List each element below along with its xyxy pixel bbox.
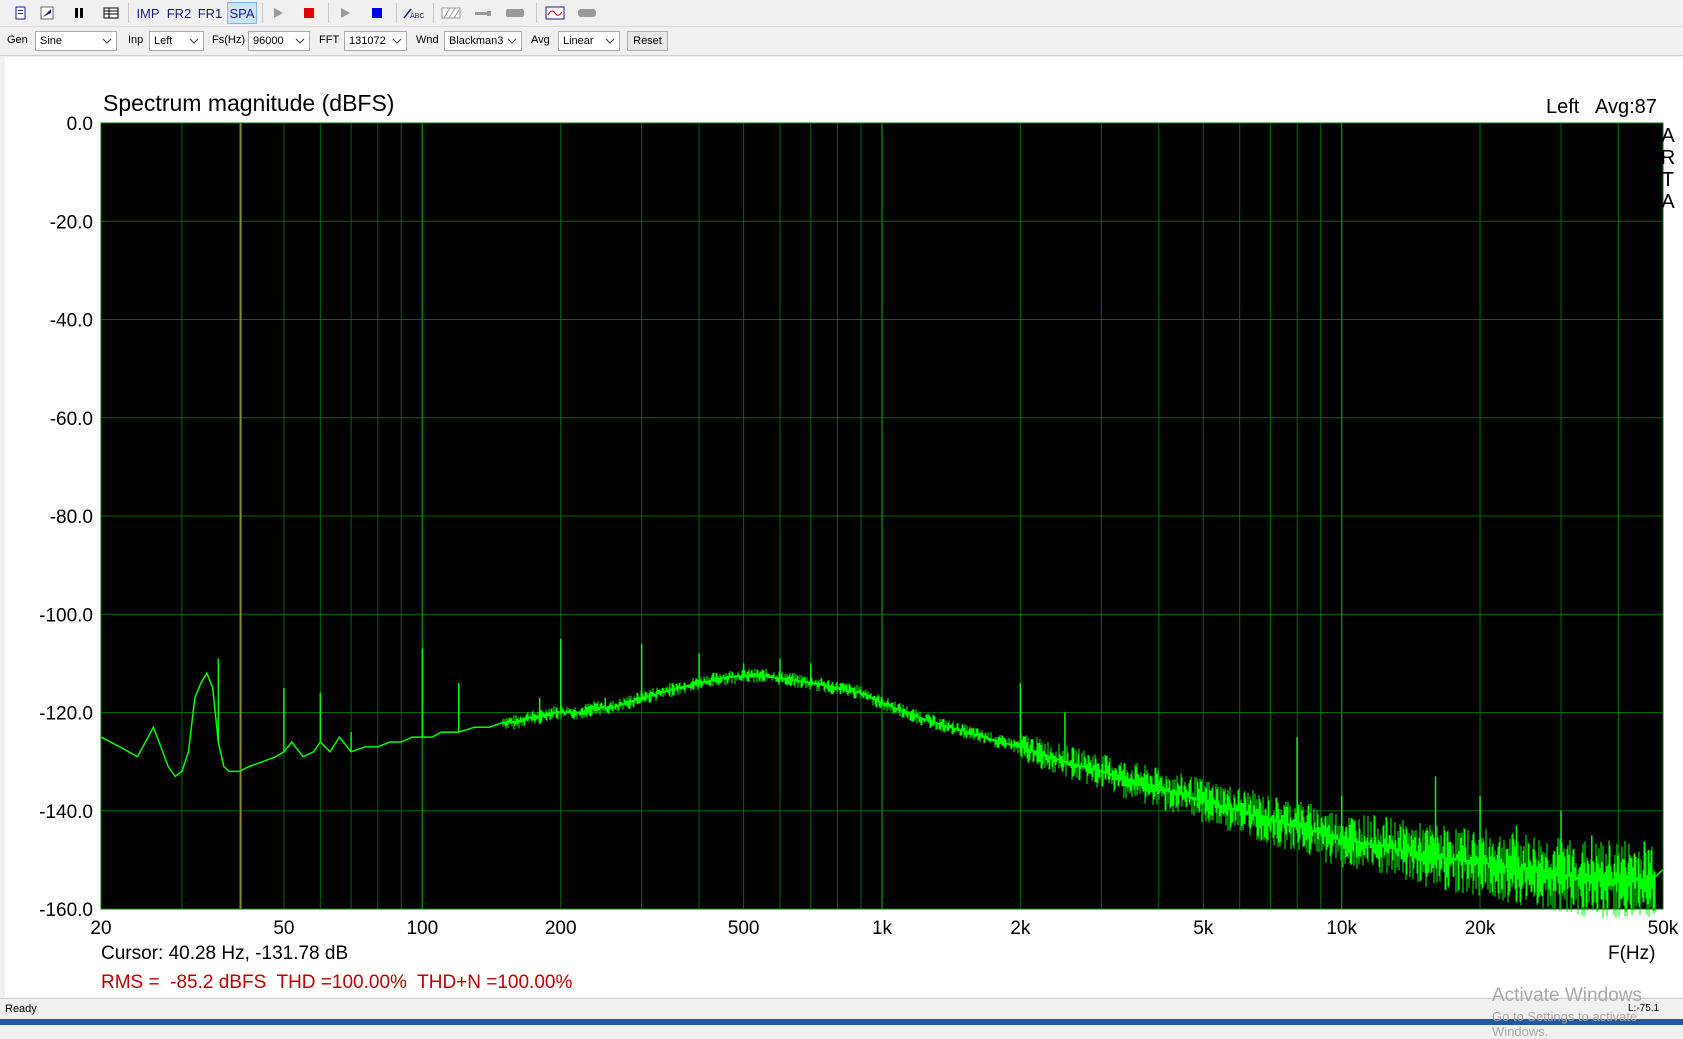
activate-windows-watermark: Activate Windows xyxy=(1492,985,1642,1006)
status-bar: Ready L:-75.1 xyxy=(0,998,1683,1020)
y-tick-label: -100.0 xyxy=(39,605,93,626)
arta-letter: A xyxy=(1661,191,1675,213)
chart-title: Spectrum magnitude (dBFS) xyxy=(103,90,395,116)
x-tick-label: 100 xyxy=(406,918,438,939)
y-tick-label: 0.0 xyxy=(67,114,93,135)
y-tick-label: -120.0 xyxy=(39,704,93,725)
arta-watermark: A R T A xyxy=(1660,125,1676,213)
x-tick-label: 10k xyxy=(1326,918,1357,939)
x-tick-label: 1k xyxy=(872,918,893,939)
x-axis-unit: F(Hz) xyxy=(1608,943,1656,964)
x-tick-label: 200 xyxy=(545,918,577,939)
y-tick-label: -60.0 xyxy=(50,409,93,430)
x-tick-label: 500 xyxy=(728,918,760,939)
y-tick-label: -80.0 xyxy=(50,507,93,528)
activate-windows-subtext: Go to Settings to activate Windows. xyxy=(1492,1009,1638,1039)
arta-letter: T xyxy=(1661,169,1675,191)
average-count: Avg:87 xyxy=(1595,96,1657,118)
x-tick-label: 20k xyxy=(1465,918,1496,939)
arta-letter: R xyxy=(1660,147,1676,169)
y-tick-label: -40.0 xyxy=(50,311,93,332)
status-text: Ready xyxy=(5,1003,37,1015)
arta-letter: A xyxy=(1661,125,1675,147)
taskbar-strip xyxy=(0,1019,1683,1025)
x-tick-label: 20 xyxy=(90,918,111,939)
y-tick-label: -140.0 xyxy=(39,802,93,823)
cursor-readout: Cursor: 40.28 Hz, -131.78 dB xyxy=(101,943,349,964)
x-tick-label: 5k xyxy=(1193,918,1214,939)
x-tick-label: 2k xyxy=(1010,918,1031,939)
measurement-stats: RMS = -85.2 dBFS THD =100.00% THD+N =100… xyxy=(101,972,573,993)
channel-label: Left xyxy=(1546,96,1580,118)
spectrum-chart[interactable]: 0.0 -20.0 -40.0 -60.0 -80.0 -100.0 -120.0 -140.… xyxy=(0,0,1683,1025)
x-tick-label: 50k xyxy=(1648,918,1679,939)
x-tick-label: 50 xyxy=(273,918,294,939)
y-tick-label: -160.0 xyxy=(39,900,93,921)
y-tick-label: -20.0 xyxy=(50,212,93,233)
